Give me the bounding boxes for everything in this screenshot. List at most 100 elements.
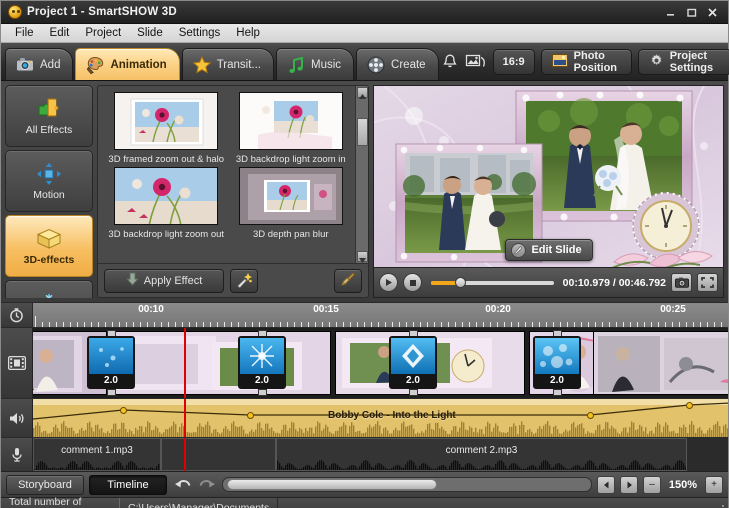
scroll-up-arrow[interactable]: [356, 87, 368, 99]
slides-count-label: Total number of slides: 7: [9, 495, 82, 508]
nav-next-button[interactable]: [620, 475, 638, 494]
bottom-toolbar: Storyboard Timeline – 150% +: [1, 471, 728, 497]
timeline-ruler-row: 00:10 00:15 00:20 00:25: [1, 302, 728, 327]
effect-item[interactable]: 3D backdrop light zoom out: [106, 167, 227, 240]
sidebar-item-all-effects[interactable]: All Effects: [5, 85, 93, 147]
tab-transitions[interactable]: Transit...: [181, 48, 275, 80]
effect-item[interactable]: 3D framed zoom out & halo: [106, 92, 227, 165]
sidebar-item-3d-effects[interactable]: 3D-effects: [5, 215, 93, 277]
close-button[interactable]: [707, 7, 718, 18]
photos-icon[interactable]: [465, 49, 487, 75]
slides-track[interactable]: 2.0 2.0 2.0 2.0: [33, 328, 728, 398]
volume-envelope-point[interactable]: [120, 407, 127, 414]
apply-effect-button[interactable]: Apply Effect: [104, 268, 224, 293]
ruler-tick: [378, 322, 379, 327]
timeline-scrollbar[interactable]: [222, 477, 592, 492]
nav-prev-button[interactable]: [597, 475, 615, 494]
transition-grip[interactable]: [107, 389, 116, 396]
film-reel-icon: [366, 55, 386, 75]
menu-edit[interactable]: Edit: [42, 26, 78, 40]
transition-grip[interactable]: [258, 389, 267, 396]
ruler-label: 00:10: [138, 304, 164, 315]
menu-file[interactable]: File: [7, 26, 42, 40]
menu-project[interactable]: Project: [77, 26, 129, 40]
minimize-button[interactable]: [665, 7, 676, 18]
tab-create[interactable]: Create: [356, 48, 439, 80]
zoom-in-button[interactable]: +: [705, 475, 723, 494]
zoom-out-button[interactable]: –: [643, 475, 661, 494]
transition-clip[interactable]: 2.0: [389, 336, 437, 389]
ruler-tick: [595, 322, 596, 327]
transition-clip[interactable]: 2.0: [87, 336, 135, 389]
view-tab-timeline[interactable]: Timeline: [89, 474, 167, 495]
clear-effect-button[interactable]: [334, 268, 362, 293]
transition-clip[interactable]: 2.0: [238, 336, 286, 389]
voice-track[interactable]: comment 1.mp3 comment 2.mp3: [33, 438, 728, 471]
magic-wand-button[interactable]: [230, 268, 258, 293]
effect-item[interactable]: 3D depth pan blur: [231, 167, 352, 240]
undo-arrow-icon[interactable]: [172, 475, 192, 495]
ruler-tick: [665, 322, 666, 327]
play-button[interactable]: [379, 273, 398, 292]
slide-clip[interactable]: [593, 331, 728, 395]
volume-envelope-point[interactable]: [686, 402, 693, 409]
view-tab-storyboard[interactable]: Storyboard: [6, 474, 84, 495]
slide-preview[interactable]: Edit Slide: [374, 86, 723, 267]
ruler-tick: [616, 322, 617, 327]
ruler-tick: [287, 322, 288, 327]
redo-arrow-icon[interactable]: [197, 475, 217, 495]
scrollbar-thumb[interactable]: [356, 117, 368, 146]
sidebar-item-motion[interactable]: Motion: [5, 150, 93, 212]
menu-settings[interactable]: Settings: [171, 26, 229, 40]
ruler-tick: [301, 322, 302, 327]
seek-knob[interactable]: [454, 277, 466, 288]
tab-animation[interactable]: Animation: [75, 48, 180, 80]
effects-scrollbar[interactable]: [355, 86, 368, 263]
resize-grip[interactable]: [713, 502, 725, 508]
ruler-tick: [140, 322, 141, 327]
ruler-tick: [210, 322, 211, 327]
voice-clip[interactable]: comment 2.mp3: [276, 438, 687, 471]
menu-slide[interactable]: Slide: [129, 26, 171, 40]
smartshow-logo-icon: [8, 5, 22, 19]
voice-clip[interactable]: comment 1.mp3: [33, 438, 161, 471]
project-settings-button[interactable]: Project Settings: [637, 49, 729, 75]
menu-bar: File Edit Project Slide Settings Help: [1, 24, 728, 43]
transition-clip[interactable]: 2.0: [533, 336, 581, 389]
ruler-tick: [329, 322, 330, 327]
music-track[interactable]: Bobby Cole - Into the Light: [33, 399, 728, 437]
snapshot-button[interactable]: [671, 273, 692, 292]
voice-clip[interactable]: [161, 438, 276, 471]
stop-button[interactable]: [403, 273, 422, 292]
ruler-tick: [427, 322, 428, 327]
transition-grip[interactable]: [553, 389, 562, 396]
ruler-tick: [448, 322, 449, 327]
maximize-button[interactable]: [686, 7, 697, 18]
photo-position-button[interactable]: Photo Position: [540, 49, 632, 75]
seek-slider[interactable]: [431, 276, 554, 290]
ruler-tick: [385, 322, 386, 327]
ruler-tick: [189, 322, 190, 327]
edit-slide-button[interactable]: Edit Slide: [504, 239, 593, 261]
slide-clip[interactable]: [111, 331, 331, 395]
tab-add[interactable]: Add: [5, 48, 74, 80]
bell-icon[interactable]: [441, 49, 459, 75]
fullscreen-button[interactable]: [697, 273, 718, 292]
transition-grip[interactable]: [409, 389, 418, 396]
ruler-tick: [532, 322, 533, 327]
ruler-tick: [280, 322, 281, 327]
volume-envelope-point[interactable]: [587, 412, 594, 419]
camera-icon: [15, 55, 35, 75]
effects-panel: 3D framed zoom out & halo 3D backdrop li…: [97, 85, 369, 298]
effect-item[interactable]: 3D backdrop light zoom in: [231, 92, 352, 165]
timeline-scrollbar-thumb[interactable]: [227, 479, 437, 490]
photo-position-label: Photo Position: [573, 50, 618, 74]
scroll-down-arrow[interactable]: [356, 251, 368, 263]
aspect-ratio-button[interactable]: 16:9: [492, 49, 535, 75]
tab-music[interactable]: Music: [276, 48, 355, 80]
menu-help[interactable]: Help: [228, 26, 268, 40]
volume-envelope-point[interactable]: [247, 412, 254, 419]
ruler-tick: [336, 322, 337, 327]
timeline-ruler[interactable]: 00:10 00:15 00:20 00:25: [33, 303, 728, 327]
sidebar-item-nature[interactable]: Nature: [5, 280, 93, 298]
